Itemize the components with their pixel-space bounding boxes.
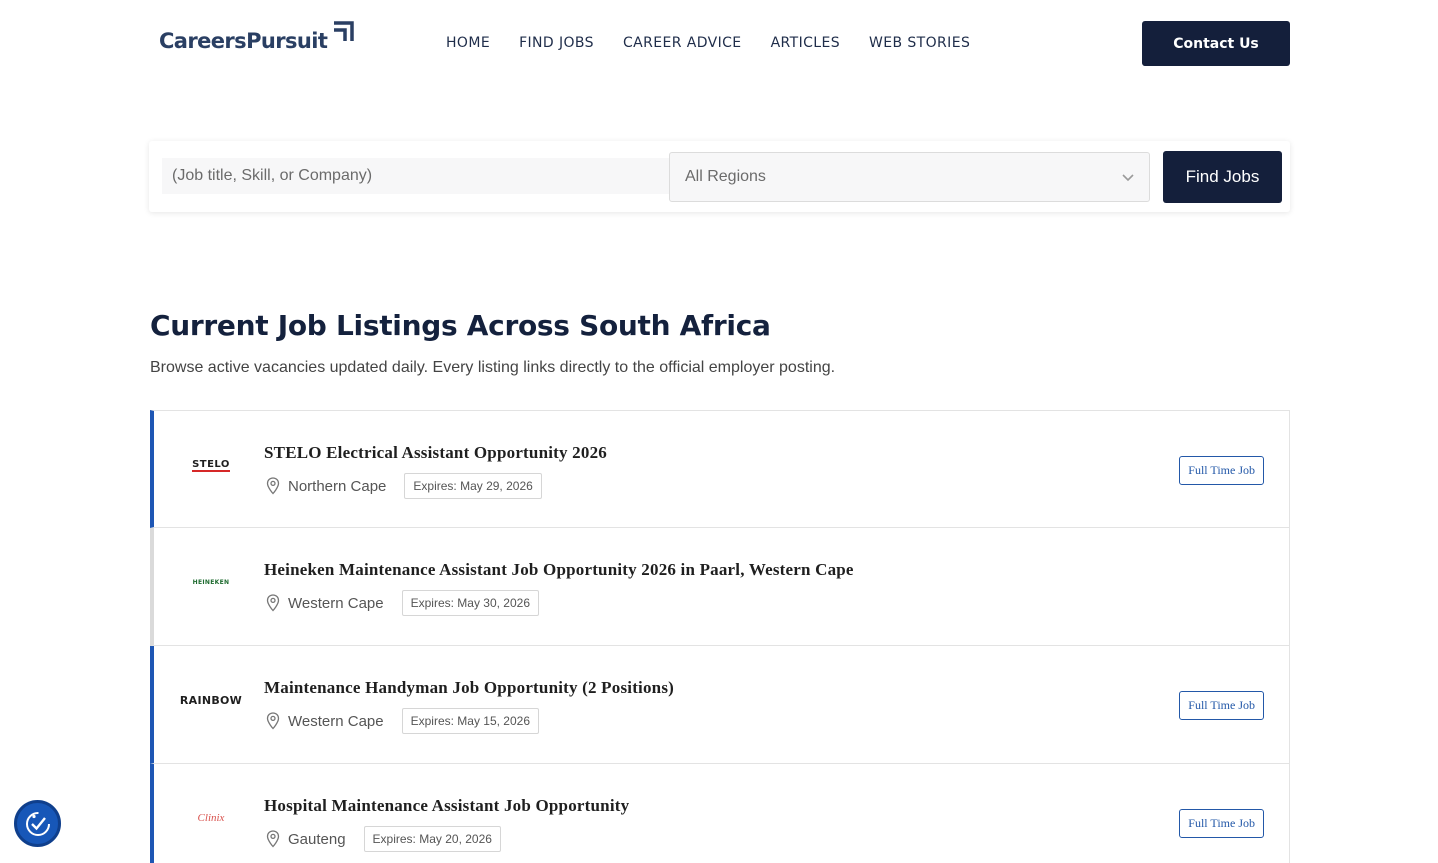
job-type-badge[interactable]: Full Time Job xyxy=(1179,809,1264,838)
nav-articles[interactable]: ARTICLES xyxy=(771,35,840,51)
nav-home[interactable]: HOME xyxy=(446,35,490,51)
company-logo-rainbow: RAINBOW xyxy=(176,688,246,712)
company-logo-clinix: Clinix xyxy=(176,806,246,830)
job-title-link[interactable]: STELO Electrical Assistant Opportunity 2… xyxy=(264,443,607,463)
region-selected-value: All Regions xyxy=(685,168,766,185)
map-pin-icon xyxy=(266,594,280,612)
job-card[interactable]: HEINEKEN Heineken Maintenance Assistant … xyxy=(150,528,1290,646)
job-expiry-badge: Expires: May 30, 2026 xyxy=(401,590,540,616)
job-title-link[interactable]: Heineken Maintenance Assistant Job Oppor… xyxy=(264,560,854,580)
job-meta: Western Cape Expires: May 30, 2026 xyxy=(266,590,540,616)
job-meta: Gauteng Expires: May 20, 2026 xyxy=(266,826,501,852)
nav-web-stories[interactable]: WEB STORIES xyxy=(869,35,970,51)
job-location: Northern Cape xyxy=(288,477,387,495)
job-location: Gauteng xyxy=(288,830,346,848)
job-type-badge[interactable]: Full Time Job xyxy=(1179,456,1264,485)
arrow-up-right-icon xyxy=(334,21,355,41)
job-expiry-badge: Expires: May 29, 2026 xyxy=(404,473,542,499)
contact-us-button[interactable]: Contact Us xyxy=(1142,21,1290,66)
map-pin-icon xyxy=(266,477,280,495)
page-title: Current Job Listings Across South Africa xyxy=(150,309,771,342)
company-logo-text: HEINEKEN xyxy=(192,578,230,586)
map-pin-icon xyxy=(266,830,280,848)
job-title-link[interactable]: Maintenance Handyman Job Opportunity (2 … xyxy=(264,678,674,698)
company-logo-stelo: STELO xyxy=(176,453,246,477)
job-meta: Northern Cape Expires: May 29, 2026 xyxy=(266,473,542,499)
find-jobs-button[interactable]: Find Jobs xyxy=(1163,151,1282,203)
job-listings: STELO STELO Electrical Assistant Opportu… xyxy=(150,410,1290,863)
logo-text: CareersPursuit xyxy=(159,29,328,53)
map-pin-icon xyxy=(266,712,280,730)
job-location: Western Cape xyxy=(288,712,384,730)
job-card[interactable]: Clinix Hospital Maintenance Assistant Jo… xyxy=(150,764,1290,863)
nav-find-jobs[interactable]: FIND JOBS xyxy=(519,35,594,51)
job-type-badge[interactable]: Full Time Job xyxy=(1179,691,1264,720)
company-logo-heineken: HEINEKEN xyxy=(176,570,246,594)
accessibility-button[interactable] xyxy=(14,800,61,847)
nav-career-advice[interactable]: CAREER ADVICE xyxy=(623,35,742,51)
job-meta: Western Cape Expires: May 15, 2026 xyxy=(266,708,540,734)
page-subtitle: Browse active vacancies updated daily. E… xyxy=(150,359,836,376)
job-location: Western Cape xyxy=(288,594,384,612)
site-logo[interactable]: CareersPursuit xyxy=(159,20,355,52)
job-card[interactable]: RAINBOW Maintenance Handyman Job Opportu… xyxy=(150,646,1290,764)
company-logo-text: Clinix xyxy=(197,812,225,824)
accessibility-check-icon xyxy=(25,811,50,836)
site-header: CareersPursuit HOME FIND JOBS CAREER ADV… xyxy=(0,0,1438,88)
job-search-bar: All Regions Find Jobs xyxy=(149,141,1290,212)
company-logo-text: RAINBOW xyxy=(179,693,243,707)
region-select[interactable]: All Regions xyxy=(669,152,1150,202)
job-title-link[interactable]: Hospital Maintenance Assistant Job Oppor… xyxy=(264,796,629,816)
main-nav: HOME FIND JOBS CAREER ADVICE ARTICLES WE… xyxy=(446,35,999,51)
chevron-down-icon xyxy=(1122,174,1134,182)
company-logo-text: STELO xyxy=(192,458,230,472)
job-expiry-badge: Expires: May 20, 2026 xyxy=(363,826,501,852)
job-expiry-badge: Expires: May 15, 2026 xyxy=(401,708,540,734)
job-card[interactable]: STELO STELO Electrical Assistant Opportu… xyxy=(150,410,1290,528)
